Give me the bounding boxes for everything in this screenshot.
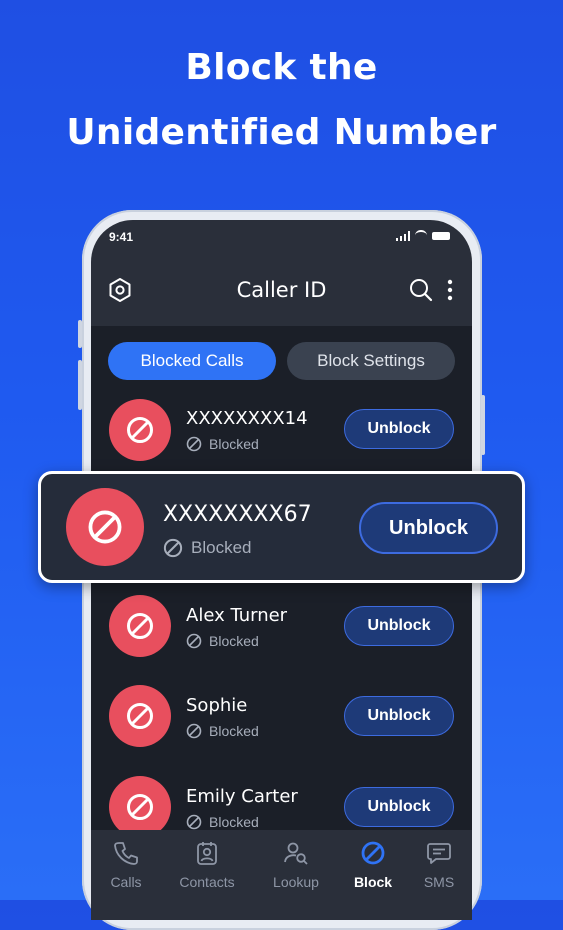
- nav-lookup[interactable]: Lookup: [258, 840, 334, 890]
- search-icon[interactable]: [409, 278, 433, 302]
- block-icon: [361, 841, 385, 865]
- status-text: Blocked: [209, 633, 259, 649]
- headline-line-2: Unidentified Number: [66, 112, 497, 153]
- tab-block-settings[interactable]: Block Settings: [287, 342, 455, 380]
- blocked-icon: [186, 723, 202, 739]
- app-bar: Caller ID: [91, 262, 472, 318]
- blocked-icon: [186, 814, 202, 830]
- status-label: Blocked: [186, 723, 259, 739]
- status-bar: 9:41: [91, 220, 472, 252]
- block-icon: [88, 510, 122, 544]
- status-text: Blocked: [209, 436, 259, 452]
- status-time: 9:41: [109, 230, 134, 244]
- block-icon: [127, 613, 153, 639]
- contact-name: Emily Carter: [186, 786, 298, 807]
- contact-name: XXXXXXXX67: [163, 502, 312, 527]
- nav-label: SMS: [423, 874, 455, 890]
- block-icon: [127, 794, 153, 820]
- blocked-icon: [163, 538, 183, 558]
- avatar: [109, 685, 171, 747]
- avatar: [109, 595, 171, 657]
- wifi-icon: [415, 230, 427, 241]
- phone-side-button: [78, 360, 82, 410]
- status-text: Blocked: [209, 814, 259, 830]
- signal-icon: [396, 230, 410, 241]
- status-text: Blocked: [191, 538, 252, 557]
- nav-block[interactable]: Block: [335, 840, 411, 890]
- nav-label: Calls: [110, 874, 142, 890]
- nav-contacts[interactable]: Contacts: [169, 840, 245, 890]
- blocked-icon: [186, 633, 202, 649]
- list-item[interactable]: XXXXXXXX14 Blocked Unblock: [91, 398, 472, 478]
- phone-side-button: [78, 320, 82, 348]
- contact-name: Alex Turner: [186, 605, 288, 626]
- nav-label: Lookup: [273, 874, 319, 890]
- phone-icon: [114, 842, 138, 865]
- phone-power-button: [481, 395, 485, 455]
- unblock-button[interactable]: Unblock: [344, 787, 454, 827]
- avatar: [109, 776, 171, 838]
- avatar: [66, 488, 144, 566]
- block-icon: [127, 703, 153, 729]
- nav-label: Block: [353, 874, 393, 890]
- lookup-icon: [284, 842, 308, 865]
- battery-icon: [432, 231, 450, 240]
- contact-name: XXXXXXXX14: [186, 408, 308, 429]
- status-label: Blocked: [163, 538, 251, 558]
- bottom-nav: Calls Contacts Lookup Block SMS: [91, 830, 472, 920]
- status-text: Blocked: [209, 723, 259, 739]
- highlighted-list-item[interactable]: XXXXXXXX67 Blocked Unblock: [38, 471, 525, 583]
- status-label: Blocked: [186, 633, 259, 649]
- unblock-button[interactable]: Unblock: [344, 409, 454, 449]
- block-icon: [127, 417, 153, 443]
- list-item[interactable]: Sophie Blocked Unblock: [91, 685, 472, 765]
- sms-icon: [427, 843, 451, 864]
- nav-label: Contacts: [179, 874, 235, 890]
- nav-calls[interactable]: Calls: [91, 840, 164, 890]
- more-vertical-icon[interactable]: [446, 278, 454, 302]
- status-label: Blocked: [186, 814, 259, 830]
- contacts-icon: [197, 842, 217, 865]
- unblock-button[interactable]: Unblock: [344, 696, 454, 736]
- unblock-button[interactable]: Unblock: [344, 606, 454, 646]
- tab-blocked-calls[interactable]: Blocked Calls: [108, 342, 276, 380]
- list-item[interactable]: Alex Turner Blocked Unblock: [91, 595, 472, 675]
- status-label: Blocked: [186, 436, 259, 452]
- contact-name: Sophie: [186, 695, 248, 716]
- headline-line-1: Block the: [185, 47, 378, 88]
- blocked-icon: [186, 436, 202, 452]
- unblock-button[interactable]: Unblock: [359, 502, 498, 554]
- avatar: [109, 399, 171, 461]
- nav-sms[interactable]: SMS: [401, 840, 472, 890]
- status-icons: [396, 230, 450, 241]
